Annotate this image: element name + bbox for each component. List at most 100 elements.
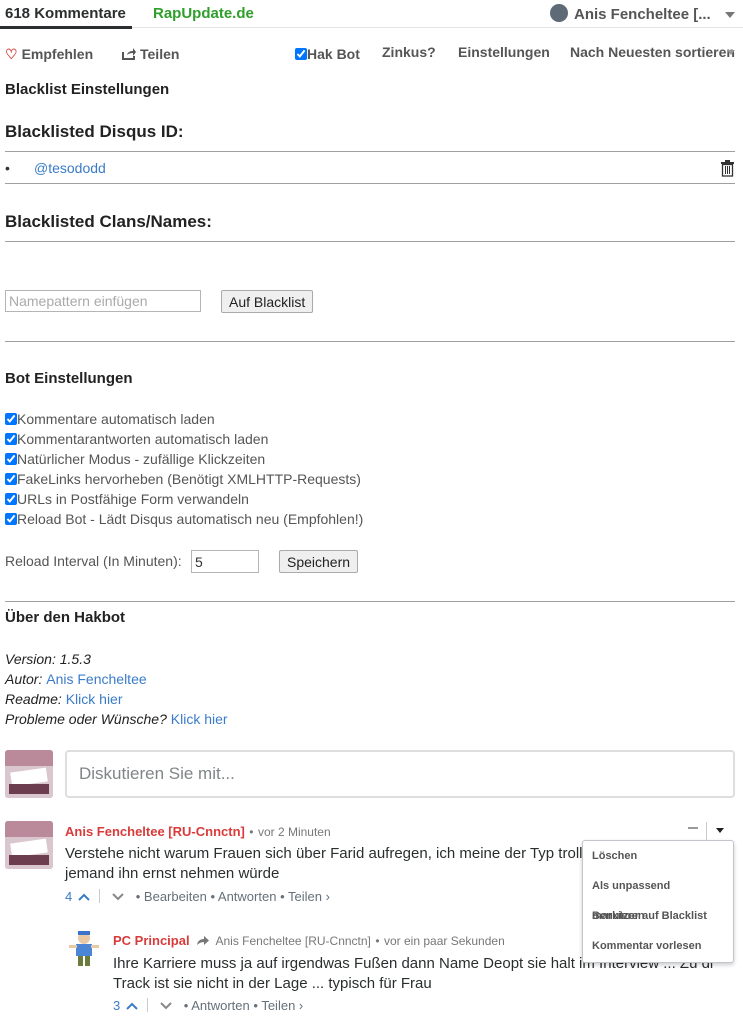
discussion-input[interactable]: Diskutieren Sie mit... [65, 750, 735, 798]
reload-interval-input[interactable] [191, 550, 259, 573]
sort-chevron-icon[interactable] [727, 50, 735, 55]
site-name-tab[interactable]: RapUpdate.de [153, 5, 254, 22]
share-button[interactable]: Teilen [122, 46, 179, 62]
avatar-image [5, 821, 53, 869]
namepattern-input[interactable] [5, 290, 201, 312]
avatar-image [5, 750, 53, 798]
separator: • [210, 889, 215, 904]
collapse-icon[interactable] [688, 827, 698, 829]
menu-item-blacklist-user[interactable]: Benutzer auf Blacklist [583, 901, 733, 931]
settings-link[interactable]: Einstellungen [458, 44, 550, 60]
save-button[interactable]: Speichern [279, 550, 359, 573]
option-urls-postable[interactable]: URLs in Postfähige Form verwandeln [5, 489, 249, 509]
sort-label: Nach Neuesten sortieren [570, 44, 735, 60]
reply-footer: 3 • Antworten • Teilen › [113, 998, 303, 1013]
avatar-image [69, 931, 99, 966]
menu-item-delete[interactable]: Löschen [583, 841, 733, 871]
blacklisted-ids-heading: Blacklisted Disqus ID: [5, 122, 184, 141]
vote-count: 3 [113, 998, 121, 1013]
reply-author[interactable]: PC Principal [113, 933, 190, 948]
add-to-blacklist-button[interactable]: Auf Blacklist [221, 290, 314, 313]
vote-count: 4 [65, 889, 73, 904]
option-label: Kommentare automatisch laden [17, 411, 215, 427]
upvote-icon[interactable] [126, 1002, 138, 1010]
blacklisted-user-link[interactable]: @tesododd [34, 160, 106, 176]
reply-header: PC Principal Anis Fencheltee [RU-Cnnctn]… [113, 932, 505, 950]
separator: • [183, 998, 189, 1013]
blacklist-title: Blacklist Einstellungen [5, 81, 170, 98]
active-tab-underline [0, 26, 132, 29]
chevron-down-icon[interactable] [725, 12, 735, 18]
reply-text-line2: Track ist sie nicht in der Lage ... typi… [113, 975, 432, 992]
comment-count-tab[interactable]: 618 Kommentare [5, 5, 126, 22]
downvote-icon[interactable] [160, 1002, 172, 1010]
issues-link[interactable]: Klick hier [171, 711, 228, 727]
checkbox[interactable] [5, 433, 17, 445]
comment-options-toggle[interactable] [706, 822, 736, 840]
user-name: Anis Fencheltee [... [574, 6, 711, 23]
divider [5, 183, 735, 184]
bot-settings-title: Bot Einstellungen [5, 370, 133, 387]
divider [5, 601, 735, 602]
separator: • [135, 889, 141, 904]
version-text: Version: 1.5.3 [5, 651, 91, 667]
separator: • [375, 934, 380, 948]
menu-item-read-aloud[interactable]: Kommentar vorlesen [583, 931, 733, 961]
blacklisted-names-heading: Blacklisted Clans/Names: [5, 212, 212, 231]
comment-options-menu: Löschen Als unpassend markieren Benutzer… [582, 840, 734, 963]
author-label: Autor: [5, 671, 43, 687]
avatar[interactable] [5, 750, 53, 798]
reload-interval-label: Reload Interval (In Minuten): [5, 553, 182, 569]
about-title: Über den Hakbot [5, 609, 126, 626]
divider [5, 151, 735, 152]
blacklist-id-item: • [5, 160, 10, 176]
chevron-down-icon [716, 828, 724, 833]
readme-row: Readme: Klick hier [5, 691, 123, 707]
reply-time[interactable]: vor ein paar Sekunden [384, 934, 505, 948]
option-reload-bot[interactable]: Reload Bot - Lädt Disqus automatisch neu… [5, 509, 363, 529]
option-natural-mode[interactable]: Natürlicher Modus - zufällige Klickzeite… [5, 449, 265, 469]
share-link[interactable]: Teilen › [288, 889, 330, 904]
option-autoload-replies[interactable]: Kommentarantworten automatisch laden [5, 429, 268, 449]
checkbox[interactable] [5, 473, 17, 485]
downvote-icon[interactable] [112, 893, 124, 901]
hakbot-label: Hak Bot [307, 46, 360, 62]
comment-text-line2: jemand ihn ernst nehmen würde [65, 865, 280, 882]
replied-to-user[interactable]: Anis Fencheltee [RU-Cnnctn] [215, 934, 370, 948]
readme-label: Readme: [5, 691, 62, 707]
comment-avatar[interactable] [5, 821, 53, 869]
author-link[interactable]: Anis Fencheltee [46, 671, 146, 687]
reply-arrow-icon [197, 936, 210, 945]
zinkus-link[interactable]: Zinkus? [382, 44, 436, 60]
hakbot-toggle[interactable]: Hak Bot [295, 46, 360, 62]
option-label: Natürlicher Modus - zufällige Klickzeite… [17, 451, 266, 467]
issues-row: Probleme oder Wünsche? Klick hier [5, 711, 228, 727]
comment-author[interactable]: Anis Fencheltee [RU-Cnnctn] [65, 824, 245, 839]
issues-label: Probleme oder Wünsche? [5, 711, 167, 727]
recommend-button[interactable]: ♡ Empfehlen [5, 46, 93, 63]
sort-dropdown[interactable]: Nach Neuesten sortieren [570, 44, 735, 60]
readme-link[interactable]: Klick hier [66, 691, 123, 707]
option-label: Reload Bot - Lädt Disqus automatisch neu… [17, 511, 364, 527]
checkbox[interactable] [5, 493, 17, 505]
option-fakelinks[interactable]: FakeLinks hervorheben (Benötigt XMLHTTP-… [5, 469, 361, 489]
reply-avatar[interactable] [64, 928, 104, 968]
user-menu[interactable]: Anis Fencheltee [... [550, 4, 711, 23]
share-link[interactable]: Teilen › [261, 998, 303, 1013]
checkbox[interactable] [5, 453, 17, 465]
heart-icon: ♡ [5, 46, 18, 62]
menu-item-flag[interactable]: Als unpassend markieren [583, 871, 733, 922]
trash-icon[interactable] [720, 160, 735, 177]
speech-bubble-icon [550, 4, 568, 22]
hakbot-checkbox[interactable] [295, 48, 307, 60]
reply-link[interactable]: Antworten [218, 889, 277, 904]
edit-link[interactable]: Bearbeiten [144, 889, 207, 904]
checkbox[interactable] [5, 413, 17, 425]
checkbox[interactable] [5, 513, 17, 525]
upvote-icon[interactable] [78, 893, 90, 901]
option-autoload-comments[interactable]: Kommentare automatisch laden [5, 409, 215, 429]
divider [5, 241, 735, 242]
comment-time[interactable]: vor 2 Minuten [258, 825, 331, 839]
option-label: URLs in Postfähige Form verwandeln [17, 491, 249, 507]
reply-link[interactable]: Antworten [191, 998, 250, 1013]
